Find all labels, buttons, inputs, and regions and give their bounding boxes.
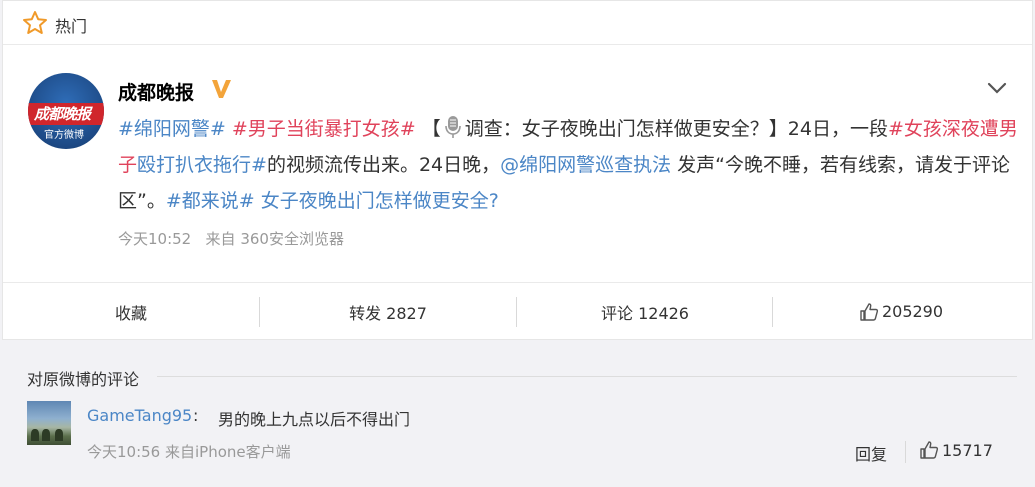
thumbs-up-icon [920, 441, 939, 459]
post-text-segment: 【 [415, 118, 441, 140]
like-count: 205290 [881, 302, 944, 321]
hashtag-link[interactable]: 殴打扒衣拖行# [137, 154, 267, 176]
divider [157, 376, 1017, 377]
avatar-logo-text: 成都晚报 [34, 105, 91, 123]
thumbs-up-icon [860, 302, 879, 321]
star-icon [23, 11, 47, 34]
avatar-detail [31, 429, 39, 441]
divider [905, 441, 906, 463]
comment-button[interactable]: 评论 12426 [517, 283, 773, 340]
like-button[interactable]: 205290 [773, 283, 1029, 340]
post-meta: 今天10:52 来自 360安全浏览器 [118, 228, 344, 249]
comment-meta: 今天10:56 来自iPhone客户端 [87, 443, 291, 461]
favorite-label: 收藏 [114, 303, 147, 323]
post-time[interactable]: 今天10:52 [118, 230, 191, 248]
microphone-icon [444, 116, 461, 138]
comment-like-count: 15717 [942, 440, 993, 460]
reply-button[interactable]: 回复 [855, 441, 887, 465]
comment-label: 评论 12426 [601, 303, 689, 323]
hashtag-link[interactable]: @绵阳网警巡查执法 [500, 154, 671, 176]
comment-text: 男的晚上九点以后不得出门 [218, 410, 411, 429]
post-text-segment: 调查：女子夜晚出门怎样做更安全？】24日，一段 [464, 118, 888, 140]
author-name[interactable]: 成都晚报 [118, 78, 194, 105]
post-text-segment: 的视频流传出来。24日晚， [266, 154, 501, 176]
hot-section-header: 热门 [3, 1, 1032, 45]
avatar-detail [55, 429, 63, 441]
weibo-post-card: 热门 成都晚报 官方微博 成都晚报 #绵阳网警# #男子当街暴打女孩# 【 调查：… [2, 0, 1033, 340]
action-bar: 收藏 转发 2827 评论 12426 205290 [3, 282, 1032, 340]
repost-label: 转发 2827 [349, 303, 427, 323]
comment-colon: : [193, 406, 199, 425]
chevron-down-icon[interactable] [987, 81, 1007, 95]
repost-button[interactable]: 转发 2827 [260, 283, 516, 340]
keyword-link[interactable]: #男子当街暴打女孩# [232, 118, 416, 140]
commenter-avatar[interactable] [27, 401, 71, 445]
hashtag-link[interactable]: #绵阳网警# [118, 118, 226, 140]
post-source: 来自 360安全浏览器 [205, 230, 344, 248]
hashtag-link[interactable]: 女子夜晚出门怎样做更安全? [261, 190, 499, 212]
verified-badge-icon [212, 80, 231, 98]
keyword-link[interactable]: #女孩深夜遭 [888, 118, 999, 140]
post-content: #绵阳网警# #男子当街暴打女孩# 【 调查：女子夜晚出门怎样做更安全？】24日，… [118, 111, 1018, 219]
hashtag-link[interactable]: #都来说# [166, 190, 255, 212]
comment-like-button[interactable]: 15717 [919, 440, 993, 460]
author-avatar[interactable]: 成都晚报 官方微博 [28, 73, 104, 149]
avatar-detail [42, 429, 50, 441]
hot-label: 热门 [55, 17, 88, 36]
commenter-name[interactable]: GameTang95 [87, 406, 192, 425]
favorite-button[interactable]: 收藏 [3, 283, 259, 340]
comments-header: 对原微博的评论 [27, 370, 140, 389]
avatar-subtitle: 官方微博 [44, 130, 84, 141]
